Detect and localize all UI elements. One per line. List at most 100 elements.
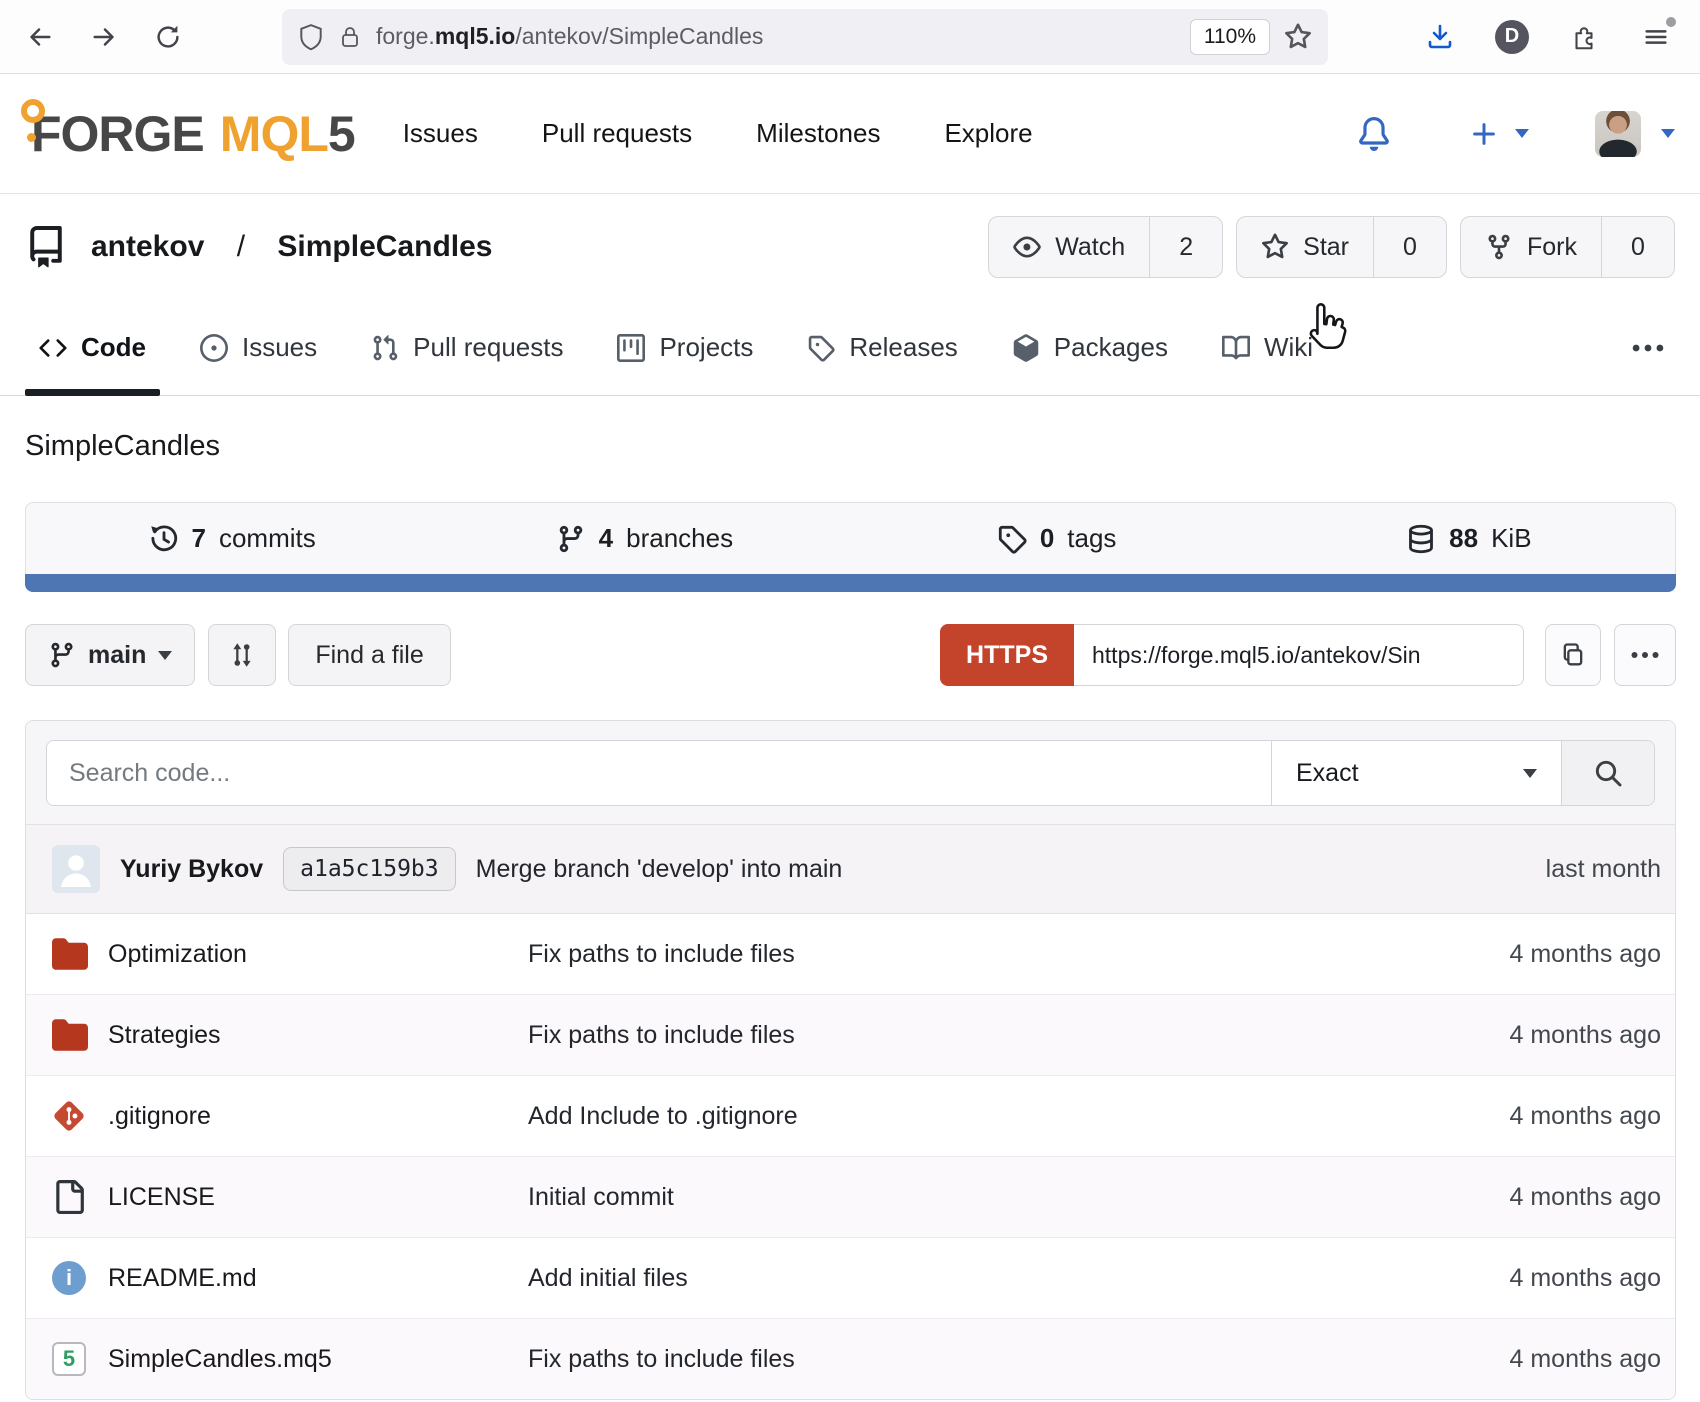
tab-label: Code [81, 332, 146, 363]
search-button[interactable] [1561, 741, 1654, 805]
stat-branches[interactable]: 4branches [438, 503, 850, 574]
menu-notification-dot [1666, 17, 1676, 27]
nav-item-pull-requests[interactable]: Pull requests [542, 118, 692, 149]
user-menu[interactable] [1595, 111, 1675, 157]
reload-icon[interactable] [142, 11, 194, 63]
extensions-puzzle-icon[interactable] [1558, 11, 1610, 63]
tab-label: Wiki [1264, 332, 1313, 363]
notifications-bell-icon[interactable] [1357, 117, 1391, 151]
downloads-icon[interactable] [1414, 11, 1466, 63]
tab-packages[interactable]: Packages [998, 300, 1182, 395]
create-new-button[interactable] [1469, 119, 1529, 149]
shield-icon [298, 23, 324, 51]
file-row-optimization[interactable]: OptimizationFix paths to include files4 … [26, 914, 1675, 995]
file-name[interactable]: .gitignore [108, 1102, 528, 1131]
watch-button[interactable]: Watch 2 [988, 216, 1223, 278]
tab-projects[interactable]: Projects [603, 300, 767, 395]
tag-icon [997, 524, 1027, 554]
repo-owner-link[interactable]: antekov [91, 230, 204, 264]
repo-header: antekov / SimpleCandles Watch2Star0Fork0 [0, 194, 1700, 300]
chevron-down-icon [1515, 129, 1529, 138]
menu-hamburger-icon[interactable] [1630, 11, 1682, 63]
star-button[interactable]: Star0 [1236, 216, 1447, 278]
search-input[interactable] [47, 741, 1271, 805]
plus-icon [1469, 119, 1499, 149]
chevron-down-icon [1523, 769, 1537, 778]
url-path: /antekov/SimpleCandles [515, 23, 763, 49]
search-icon [1592, 757, 1624, 789]
clone-url-input[interactable] [1074, 624, 1524, 686]
package-icon [1012, 334, 1040, 362]
nav-item-explore[interactable]: Explore [944, 118, 1032, 149]
code-icon [39, 334, 67, 362]
stat-tags[interactable]: 0 tags [851, 503, 1263, 574]
stat-commits[interactable]: 7commits [26, 503, 438, 574]
zoom-level-badge[interactable]: 110% [1190, 19, 1270, 55]
tab-issues[interactable]: Issues [186, 300, 331, 395]
latest-commit-row[interactable]: Yuriy Bykov a1a5c159b3 Merge branch 'dev… [26, 825, 1675, 914]
url-prefix: forge. [376, 23, 435, 49]
file-row-license[interactable]: LICENSEInitial commit4 months ago [26, 1157, 1675, 1238]
nav-item-issues[interactable]: Issues [403, 118, 478, 149]
profile-icon[interactable]: D [1486, 11, 1538, 63]
file-row-simplecandles-mq5[interactable]: 5SimpleCandles.mq5Fix paths to include f… [26, 1319, 1675, 1399]
file-name[interactable]: SimpleCandles.mq5 [108, 1345, 528, 1374]
stat-label: KiB [1491, 523, 1531, 554]
fork-button[interactable]: Fork0 [1460, 216, 1675, 278]
code-search-row: Exact [26, 721, 1675, 825]
branch-selector[interactable]: main [25, 624, 195, 686]
copy-url-button[interactable] [1545, 624, 1601, 686]
watch-count[interactable]: 2 [1149, 217, 1222, 277]
stat-value: 0 [1040, 523, 1054, 554]
forge-mql5-logo[interactable]: FORGE MQL 5 [25, 109, 355, 159]
file-commit-message[interactable]: Add Include to .gitignore [528, 1102, 1510, 1131]
url-bar[interactable]: forge.mql5.io/antekov/SimpleCandles 110% [282, 9, 1328, 65]
https-protocol-button[interactable]: HTTPS [940, 624, 1074, 686]
commit-author[interactable]: Yuriy Bykov [120, 855, 263, 884]
file-name[interactable]: Optimization [108, 940, 528, 969]
file-commit-message[interactable]: Fix paths to include files [528, 940, 1510, 969]
file-name[interactable]: README.md [108, 1264, 528, 1293]
file-commit-message[interactable]: Fix paths to include files [528, 1021, 1510, 1050]
folder-icon [52, 1017, 88, 1053]
clone-more-button[interactable] [1614, 624, 1676, 686]
file-commit-message[interactable]: Initial commit [528, 1183, 1510, 1212]
project-icon [617, 334, 645, 362]
repo-name-link[interactable]: SimpleCandles [277, 230, 492, 264]
git-compare-icon [227, 640, 257, 670]
stat-label: tags [1067, 523, 1116, 554]
commit-hash-badge[interactable]: a1a5c159b3 [283, 847, 455, 891]
fork-count[interactable]: 0 [1601, 217, 1674, 277]
tab-pull-requests[interactable]: Pull requests [357, 300, 577, 395]
file-commit-time: 4 months ago [1510, 1183, 1662, 1212]
tab-releases[interactable]: Releases [793, 300, 971, 395]
file-browser: Exact Yuriy Bykov a1a5c159b3 Merge branc… [25, 720, 1676, 1400]
file-commit-message[interactable]: Fix paths to include files [528, 1345, 1510, 1374]
file-name[interactable]: LICENSE [108, 1183, 528, 1212]
back-icon[interactable] [14, 11, 66, 63]
tab-wiki[interactable]: Wiki [1208, 300, 1327, 395]
book-icon [1222, 334, 1250, 362]
file-row-gitignore[interactable]: .gitignoreAdd Include to .gitignore4 mon… [26, 1076, 1675, 1157]
find-file-button[interactable]: Find a file [288, 624, 450, 686]
file-name[interactable]: Strategies [108, 1021, 528, 1050]
file-row-readme-md[interactable]: iREADME.mdAdd initial files4 months ago [26, 1238, 1675, 1319]
more-tabs-ellipsis-icon[interactable] [1621, 331, 1675, 365]
stat-kib[interactable]: 88 KiB [1263, 503, 1675, 574]
commit-time: last month [1546, 855, 1661, 884]
nav-item-milestones[interactable]: Milestones [756, 118, 880, 149]
stat-value: 4 [599, 523, 613, 554]
commit-message[interactable]: Merge branch 'develop' into main [476, 855, 843, 884]
tab-code[interactable]: Code [25, 300, 160, 395]
star-count[interactable]: 0 [1373, 217, 1446, 277]
logo-five-text: 5 [328, 109, 355, 159]
language-bar[interactable] [25, 574, 1676, 592]
compare-branches-button[interactable] [208, 624, 276, 686]
file-row-strategies[interactable]: StrategiesFix paths to include files4 mo… [26, 995, 1675, 1076]
bookmark-star-icon[interactable] [1284, 23, 1312, 51]
file-commit-message[interactable]: Add initial files [528, 1264, 1510, 1293]
stat-value: 88 [1449, 523, 1478, 554]
forward-icon[interactable] [78, 11, 130, 63]
search-mode-dropdown[interactable]: Exact [1271, 741, 1561, 805]
watch-label: Watch [1055, 233, 1125, 262]
